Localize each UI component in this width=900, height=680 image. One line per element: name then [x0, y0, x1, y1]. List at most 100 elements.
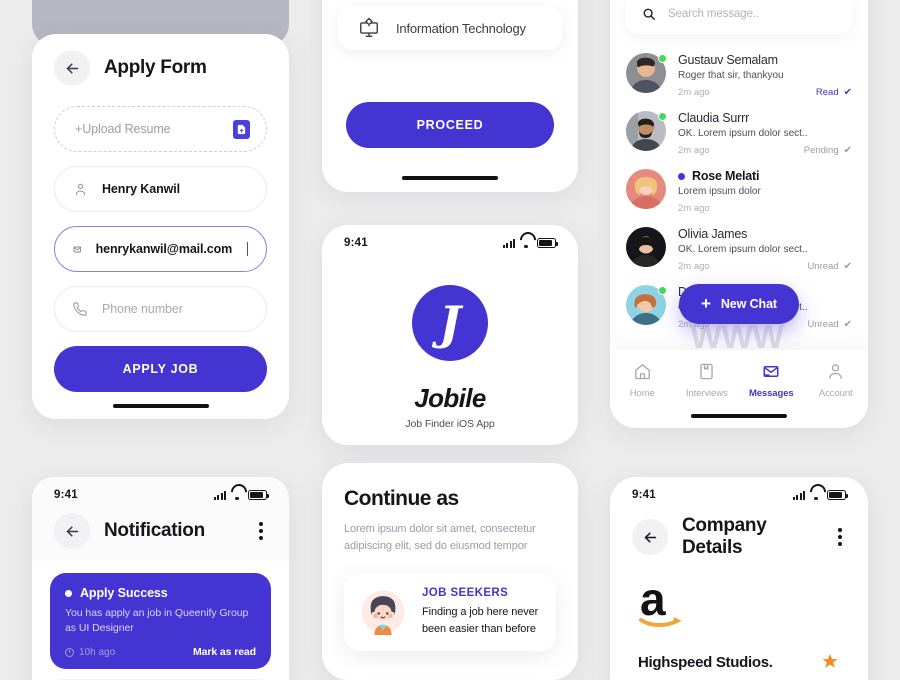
amazon-logo-icon: a: [639, 573, 682, 627]
proceed-action-area: PROCEED: [322, 50, 578, 148]
check-icon: ✔: [843, 145, 852, 156]
apply-form-screen: Apply Form +Upload Resume Henry Kanwil h…: [32, 34, 289, 419]
brand-name: Jobile: [414, 383, 486, 413]
section-subtitle: Lorem ipsum dolor sit amet, consectetur …: [344, 523, 536, 553]
tab-label: Messages: [748, 388, 794, 399]
arrow-left-icon: [66, 62, 78, 74]
list-item[interactable]: Olivia James OK. Lorem ipsum dolor sect.…: [626, 220, 852, 278]
message-time: 2m ago: [678, 87, 710, 98]
more-options-icon[interactable]: [255, 520, 267, 542]
mark-as-read-button[interactable]: Mark as read: [193, 646, 256, 658]
role-kicker: JOB SEEKERS: [422, 587, 509, 600]
notification-item[interactable]: Apply Success You has apply an job in Qu…: [50, 573, 271, 670]
message-meta: 2m ago Read ✔: [678, 87, 852, 98]
check-icon: ✔: [843, 319, 852, 330]
apply-job-button[interactable]: APPLY JOB: [54, 346, 267, 392]
continue-as-screen: Continue as Lorem ipsum dolor sit amet, …: [322, 463, 578, 680]
back-button[interactable]: [54, 513, 90, 549]
notification-topbar: Notification: [32, 505, 289, 561]
status-bar: 9:41: [322, 225, 578, 253]
message-content: Claudia Surrr OK. Lorem ipsum dolor sect…: [678, 111, 852, 156]
message-title-row: Rose Melati: [678, 169, 852, 183]
online-indicator: [658, 112, 667, 121]
status-time: 9:41: [344, 237, 368, 249]
notification-body: You has apply an job in Queenify Group a…: [65, 607, 249, 635]
message-title-row: Olivia James: [678, 227, 852, 241]
status-icons: [503, 238, 558, 248]
briefcase-icon: [700, 363, 713, 380]
apply-form-topbar: Apply Form: [32, 34, 289, 100]
back-button[interactable]: [632, 519, 668, 555]
search-input[interactable]: Search message..: [626, 0, 852, 34]
message-preview: OK. Lorem ipsum dolor sect..: [678, 244, 808, 255]
list-item[interactable]: Claudia Surrr OK. Lorem ipsum dolor sect…: [626, 104, 852, 162]
message-content: Rose Melati Lorem ipsum dolor 2m ago: [678, 169, 852, 214]
file-arrow-up-glyph: [237, 124, 246, 134]
status-time: 9:41: [632, 489, 656, 501]
category-label: Information Technology: [396, 20, 526, 36]
message-preview: OK. Lorem ipsum dolor sect..: [678, 128, 808, 139]
notification-footer: 10h ago Mark as read: [65, 646, 256, 658]
message-title-row: Gustauv Semalam: [678, 53, 852, 67]
tab-account[interactable]: Account: [804, 362, 869, 399]
cellular-icon: [503, 238, 515, 248]
notification-time-wrap: 10h ago: [65, 647, 115, 658]
page-title: Notification: [104, 520, 205, 541]
search-icon: [643, 8, 655, 20]
category-select-screen: Information Technology PROCEED: [322, 0, 578, 192]
cellular-icon: [793, 490, 805, 500]
notification-screen: 9:41 Notification Apply Success You has …: [32, 477, 289, 680]
name-field[interactable]: Henry Kanwil: [54, 166, 267, 212]
search-placeholder: Search message..: [668, 8, 760, 20]
tab-interviews[interactable]: Interviews: [675, 362, 740, 399]
list-item[interactable]: Gustauv Semalam Roger that sir, thankyou…: [626, 46, 852, 104]
phone-placeholder: Phone number: [102, 302, 183, 316]
role-card-job-seekers[interactable]: JOB SEEKERS Finding a job here never bee…: [344, 573, 556, 652]
message-status-label: Pending: [803, 145, 839, 156]
splash-branding: J Jobile Job Finder iOS App: [322, 253, 578, 430]
screenshot-canvas: Engineer Apply Form +Upload Resume Henry…: [0, 0, 900, 680]
tab-messages[interactable]: Messages: [739, 362, 804, 399]
phone-field[interactable]: Phone number: [54, 286, 267, 332]
contact-name: Rose Melati: [692, 169, 760, 183]
avatar-wrap: [626, 169, 666, 209]
email-field[interactable]: henrykanwil@mail.com: [54, 226, 267, 272]
upload-resume-field[interactable]: +Upload Resume: [54, 106, 267, 152]
more-options-icon[interactable]: [834, 526, 846, 548]
notification-heading: Apply Success: [80, 586, 168, 600]
battery-icon: [827, 490, 848, 500]
message-status: Read ✔: [816, 87, 852, 98]
star-badge-icon[interactable]: [820, 652, 840, 672]
back-button[interactable]: [54, 50, 90, 86]
message-content: Gustauv Semalam Roger that sir, thankyou…: [678, 53, 852, 98]
proceed-button[interactable]: PROCEED: [346, 102, 554, 148]
file-upload-icon: [233, 119, 250, 139]
message-status: Pending ✔: [804, 145, 852, 156]
online-indicator: [658, 54, 667, 63]
message-status: Unread ✔: [807, 261, 852, 272]
message-status-label: Read: [815, 87, 839, 98]
new-chat-button[interactable]: + New Chat: [679, 284, 799, 324]
status-bar: 9:41: [32, 477, 289, 505]
text-caret: [247, 242, 248, 256]
tab-home[interactable]: Home: [610, 362, 675, 399]
company-details-screen: 9:41 Company Details a Highspeed Studios…: [610, 477, 868, 680]
bottom-tab-bar: Home Interviews Messages Account: [610, 350, 868, 428]
notification-heading-row: Apply Success: [65, 586, 256, 600]
status-time: 9:41: [54, 489, 78, 501]
message-status: Unread ✔: [807, 319, 852, 330]
clock-icon: [65, 647, 74, 657]
avatar: [626, 169, 666, 209]
category-chip-information-technology[interactable]: Information Technology: [338, 6, 562, 50]
mail-icon: [763, 365, 779, 378]
cellular-icon: [214, 490, 226, 500]
message-time: 2m ago: [678, 203, 710, 214]
avatar-wrap: [626, 285, 667, 325]
splash-screen: 9:41 J Jobile Job Finder iOS App: [322, 225, 578, 445]
message-status-label: Unread: [807, 261, 839, 272]
message-preview: Lorem ipsum dolor: [678, 186, 761, 197]
status-icons: [793, 490, 848, 500]
list-item[interactable]: Rose Melati Lorem ipsum dolor 2m ago: [626, 162, 852, 220]
status-bar: 9:41: [610, 477, 868, 505]
contact-name: Claudia Surrr: [678, 111, 750, 125]
